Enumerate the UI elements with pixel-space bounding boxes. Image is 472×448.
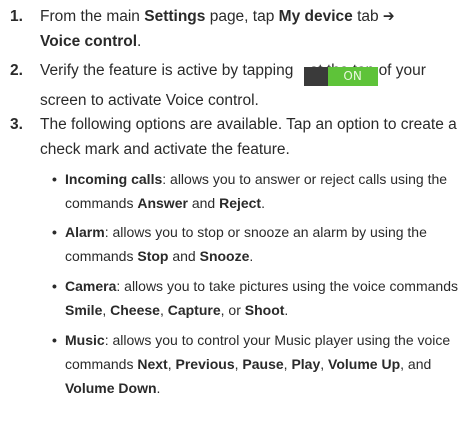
step-1: 1. From the main Settings page, tap My d… — [0, 4, 472, 54]
command: Play — [291, 356, 321, 372]
text: and — [168, 248, 200, 264]
text: , or — [220, 302, 245, 318]
toggle-on-label: ON — [327, 67, 378, 86]
list-item-music: • Music: allows you to control your Musi… — [52, 328, 466, 400]
list-item-alarm: • Alarm: allows you to stop or snooze an… — [52, 220, 466, 268]
toggle-off-segment — [303, 67, 328, 86]
bullet-icon: • — [52, 332, 57, 348]
text: From the main — [40, 8, 145, 25]
command: Snooze — [199, 248, 250, 264]
text: tab ➔ — [352, 8, 395, 25]
command: Next — [137, 356, 168, 372]
bullet-icon: • — [52, 171, 57, 187]
text: . — [249, 248, 254, 264]
list-item-text: Music: allows you to control your Music … — [65, 328, 465, 400]
instructions-page: 1. From the main Settings page, tap My d… — [0, 0, 472, 448]
settings-term: Settings — [144, 8, 206, 25]
my-device-term: My device — [278, 8, 353, 25]
step-text: Verify the feature is active by tapping … — [40, 58, 466, 113]
item-title: Alarm — [65, 224, 105, 240]
list-item-text: Incoming calls: allows you to answer or … — [65, 167, 465, 215]
list-item-text: Camera: allows you to take pictures usin… — [65, 274, 465, 322]
step-number: 3. — [10, 116, 23, 133]
command: Reject — [219, 195, 262, 211]
item-title: Incoming calls — [65, 171, 163, 187]
command: Capture — [167, 302, 221, 318]
item-title: Music — [65, 332, 105, 348]
text: . — [156, 380, 161, 396]
text: , — [167, 356, 176, 372]
list-item-incoming-calls: • Incoming calls: allows you to answer o… — [52, 167, 466, 215]
text: , — [159, 302, 168, 318]
bullet-icon: • — [52, 224, 57, 240]
text: . — [284, 302, 289, 318]
step-2: 2. Verify the feature is active by tappi… — [0, 58, 472, 109]
text: Verify the feature is active by tapping — [40, 62, 298, 79]
text: and — [187, 195, 220, 211]
step-number: 2. — [10, 62, 23, 79]
text: . — [137, 33, 142, 50]
step-number: 1. — [10, 8, 23, 25]
command: Cheese — [110, 302, 160, 318]
list-item-camera: • Camera: allows you to take pictures us… — [52, 274, 466, 322]
text: , — [320, 356, 329, 372]
text: : allows you to take pictures using the … — [116, 278, 458, 294]
text: . — [261, 195, 265, 211]
command: Answer — [137, 195, 188, 211]
command: Shoot — [244, 302, 285, 318]
list-item-text: Alarm: allows you to stop or snooze an a… — [65, 220, 465, 268]
text: , — [102, 302, 111, 318]
bullet-icon: • — [52, 278, 57, 294]
step-text: The following options are available. Tap… — [40, 112, 466, 162]
command: Stop — [137, 248, 169, 264]
command: Pause — [242, 356, 284, 372]
command: Volume Up — [328, 356, 401, 372]
text: page, tap — [205, 8, 279, 25]
text: , and — [400, 356, 432, 372]
text: The following options are available. Tap… — [40, 116, 457, 158]
command: Smile — [65, 302, 103, 318]
command: Volume Down — [65, 380, 157, 396]
voice-control-term: Voice control — [40, 33, 138, 50]
step-3: 3. The following options are available. … — [0, 112, 472, 162]
item-title: Camera — [65, 278, 117, 294]
step-text: From the main Settings page, tap My devi… — [40, 4, 466, 54]
command: Previous — [175, 356, 235, 372]
